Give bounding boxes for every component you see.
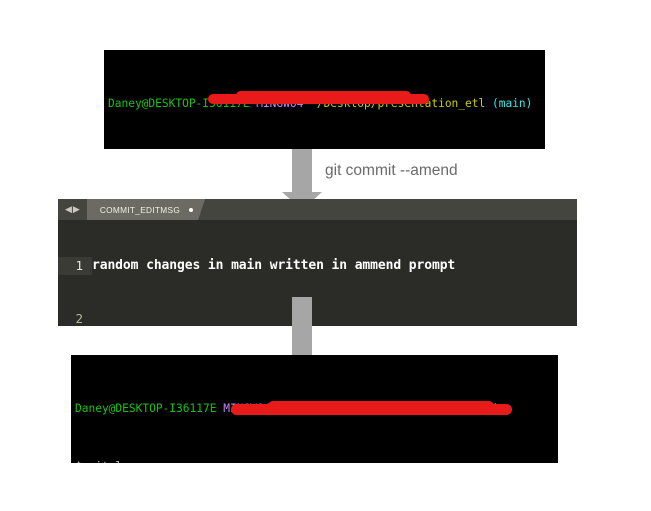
line-number: 2 [75,310,83,326]
nav-back-forward-icon[interactable]: ◀▶ [58,205,87,214]
editor-line: 1 random changes in main written in amme… [58,257,577,275]
prompt-branch: (main) [491,96,533,110]
terminal-command-line: $ git log [75,460,558,463]
editor-tab-bar: ◀▶ COMMIT_EDITMSG [58,199,577,220]
redaction-mark-bottom-2 [268,400,494,411]
tab-label: COMMIT_EDITMSG [99,204,181,215]
line-number: 1 [58,257,92,275]
prompt-user-host: Daney@DESKTOP-I36117E [75,401,217,415]
prompt-space3 [485,97,492,110]
line-content: random changes in main written in ammend… [92,258,456,273]
redaction-mark-top-2 [236,91,411,100]
tab-modified-dot-icon [189,208,193,212]
tab-commit-editmsg[interactable]: COMMIT_EDITMSG [87,199,205,220]
annotation-git-commit-amend: git commit --amend [325,162,458,179]
